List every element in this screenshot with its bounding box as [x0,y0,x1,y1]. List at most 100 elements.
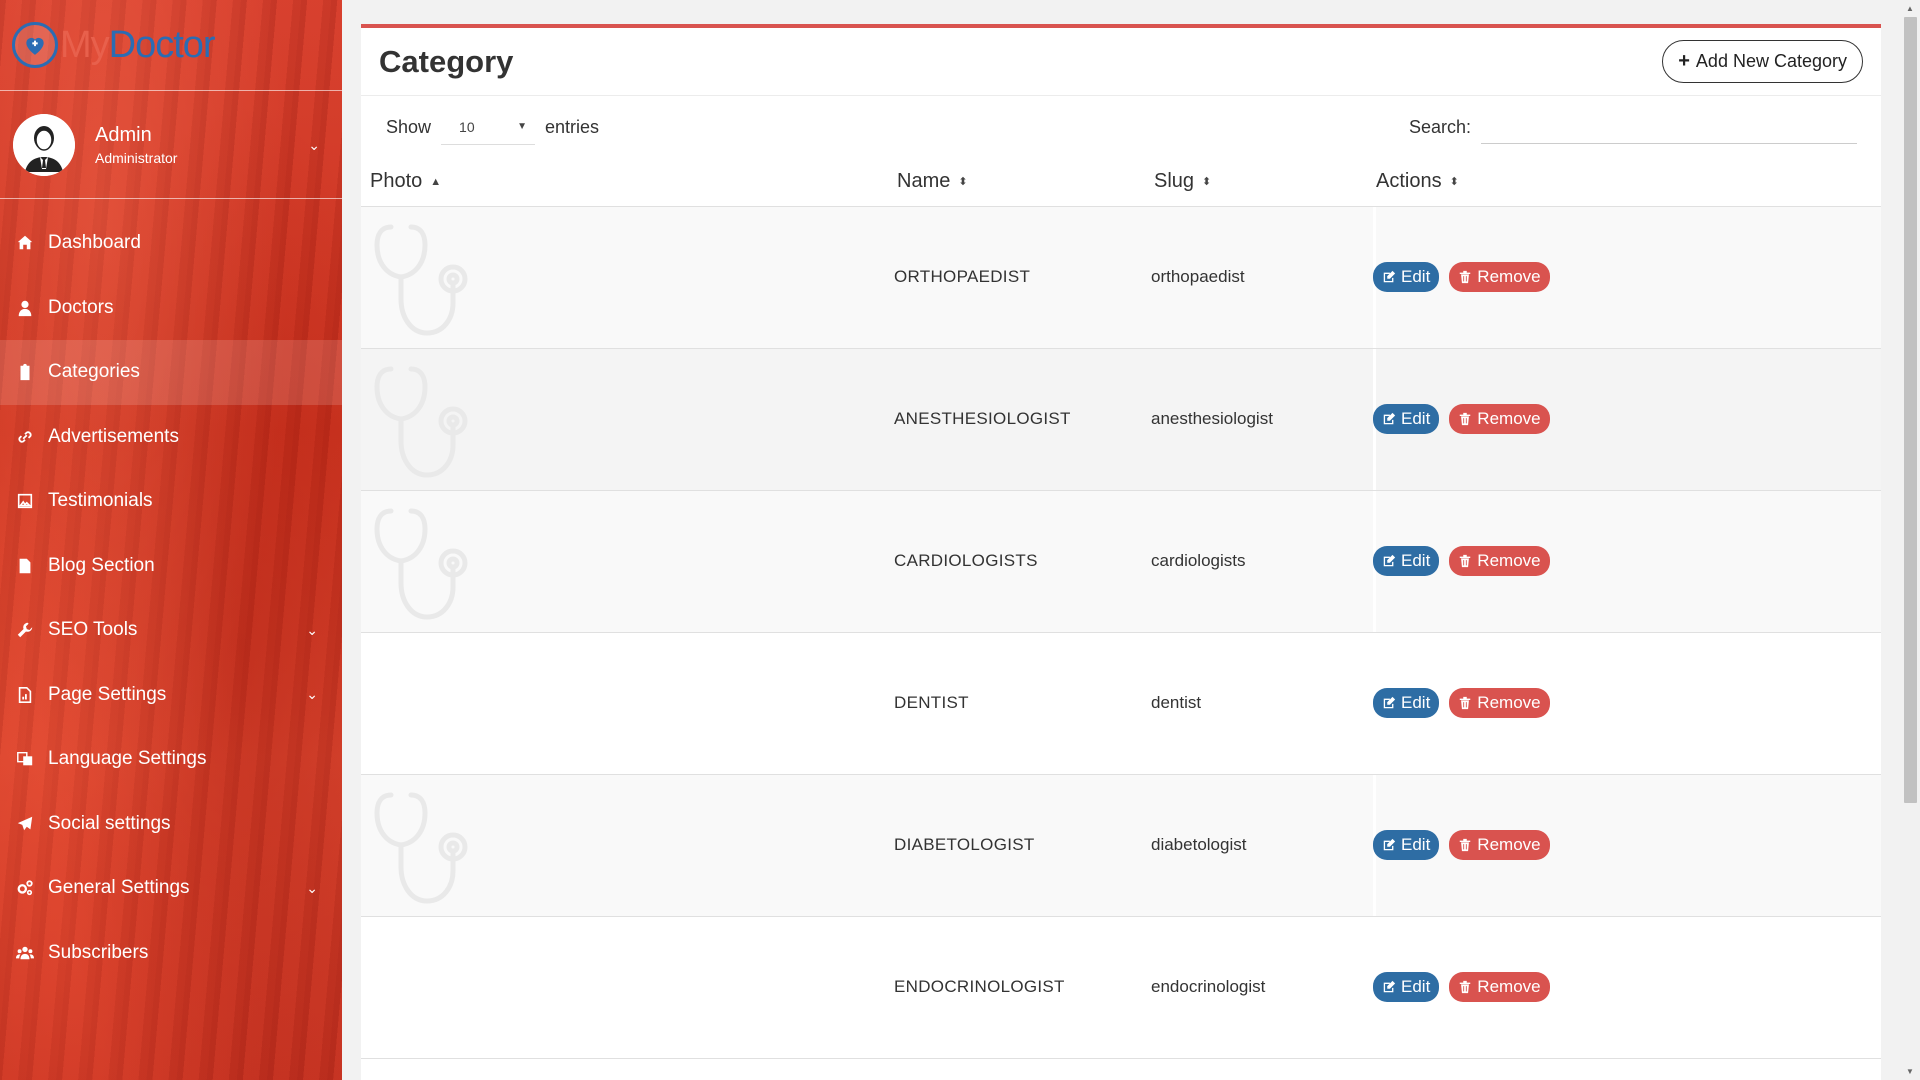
remove-button[interactable]: Remove [1449,688,1550,718]
category-photo [361,916,897,1058]
sidebar-item-general-settings[interactable]: General Settings ⌄ [0,856,342,921]
sidebar-item-dashboard[interactable]: Dashboard [0,211,342,276]
column-header-photo[interactable]: Photo ▲ [361,158,897,207]
trash-icon [1460,980,1471,994]
brand-part-2: Doctor [108,23,216,66]
scrollbar-thumb[interactable] [1904,17,1917,803]
search-input[interactable] [1481,110,1857,144]
plus-icon: + [1678,50,1690,72]
sort-icon: ⬍ [958,176,968,189]
sidebar-item-social-settings[interactable]: Social settings [0,792,342,857]
user-name: Admin [95,123,152,146]
sort-icon: ⬍ [1449,176,1459,189]
sidebar-item-language-settings[interactable]: Language Settings [0,727,342,792]
category-name: DENTIST [894,693,969,712]
edit-label: Edit [1401,267,1431,286]
sidebar-item-label: Dashboard [48,232,141,254]
remove-label: Remove [1477,267,1541,286]
edit-label: Edit [1401,551,1431,570]
remove-button[interactable]: Remove [1449,546,1550,576]
remove-button[interactable]: Remove [1449,830,1550,860]
edit-label: Edit [1401,409,1431,428]
scroll-up-arrow-icon[interactable]: ▲ [1900,0,1920,17]
edit-icon [1383,980,1396,993]
edit-button[interactable]: Edit [1373,262,1440,292]
heart-logo-icon [12,22,58,68]
scroll-down-arrow-icon[interactable]: ▼ [1900,1063,1920,1080]
edit-button[interactable]: Edit [1373,972,1440,1002]
category-slug: cardiologists [1151,551,1246,570]
chevron-down-icon: ⌄ [306,879,318,896]
sidebar: MyDoctor Admin Administrator ⌄ Dashboard [0,0,342,1080]
clipboard-icon [14,363,36,381]
page-length-select[interactable]: 10 ▼ [441,109,536,145]
sidebar-item-label: Language Settings [48,748,207,770]
edit-button[interactable]: Edit [1373,404,1440,434]
column-header-name[interactable]: Name ⬍ [897,158,1154,207]
column-header-label: Slug [1154,170,1195,193]
sort-asc-icon: ▲ [430,175,442,188]
user-panel[interactable]: Admin Administrator ⌄ [0,91,342,199]
edit-button[interactable]: Edit [1373,830,1440,860]
logo[interactable]: MyDoctor [0,0,342,91]
category-photo [361,632,897,774]
sidebar-item-advertisements[interactable]: Advertisements [0,405,342,470]
brand-part-1: My [60,23,110,66]
sidebar-item-subscribers[interactable]: Subscribers [0,921,342,986]
column-header-actions[interactable]: Actions ⬍ [1376,158,1881,207]
box-header: Category + Add New Category [361,28,1881,96]
edit-icon [1383,696,1396,709]
edit-button[interactable]: Edit [1373,546,1440,576]
remove-button[interactable]: Remove [1449,404,1550,434]
sidebar-item-categories[interactable]: Categories [0,340,342,405]
sidebar-item-label: Subscribers [48,941,149,963]
stethoscope-icon [374,366,468,478]
category-slug: orthopaedist [1151,267,1245,286]
sort-icon: ⬍ [1202,176,1212,189]
sidebar-item-seo-tools[interactable]: SEO Tools ⌄ [0,598,342,663]
file-icon [14,557,36,575]
table-row: ANESTHESIOLOGIST anesthesiologist Edit Remo… [361,348,1881,490]
table-row: CARDIOLOGISTS cardiologists Edit Remove [361,490,1881,632]
remove-button[interactable]: Remove [1449,262,1550,292]
file-chart-icon [14,686,36,704]
sidebar-item-testimonials[interactable]: Testimonials [0,469,342,534]
sidebar-item-page-settings[interactable]: Page Settings ⌄ [0,663,342,728]
category-name: CARDIOLOGISTS [894,551,1038,570]
search-filter: Search: [1409,110,1857,144]
sidebar-item-doctors[interactable]: Doctors [0,276,342,341]
remove-label: Remove [1477,693,1541,712]
column-header-slug[interactable]: Slug ⬍ [1154,158,1376,207]
category-name: ORTHOPAEDIST [894,267,1031,286]
sidebar-item-label: Social settings [48,812,171,834]
sidebar-item-label: Advertisements [48,425,179,447]
avatar [13,113,75,176]
edit-icon [1383,554,1396,567]
caret-down-icon: ▼ [517,121,528,132]
edit-button[interactable]: Edit [1373,688,1440,718]
category-photo [361,490,897,632]
trash-icon [1460,838,1471,852]
stethoscope-icon [374,792,468,904]
table-row: ENDOCRINOLOGIST endocrinologist Edit Remove [361,916,1881,1058]
add-new-category-button[interactable]: + Add New Category [1662,40,1863,83]
show-label: Show [386,116,432,137]
stethoscope-icon [374,508,468,620]
image-icon [14,492,36,510]
trash-icon [1460,696,1471,710]
category-actions: Edit Remove [1373,348,1881,490]
page-scrollbar[interactable]: ▲ ▼ [1900,0,1920,1080]
user-role: Administrator [95,149,178,166]
search-label: Search: [1408,116,1471,137]
sidebar-item-blog-section[interactable]: Blog Section [0,534,342,599]
table-row: DIABETOLOGIST diabetologist Edit Remove [361,774,1881,916]
remove-label: Remove [1477,551,1541,570]
category-name: DIABETOLOGIST [894,835,1035,854]
chevron-down-icon: ⌄ [306,686,318,703]
chevron-down-icon[interactable]: ⌄ [308,137,320,154]
page-length-control: Show 10 ▼ entries [386,109,599,145]
category-slug: anesthesiologist [1151,409,1273,428]
remove-button[interactable]: Remove [1449,972,1550,1002]
category-slug: endocrinologist [1151,977,1266,996]
stethoscope-icon [374,224,468,336]
